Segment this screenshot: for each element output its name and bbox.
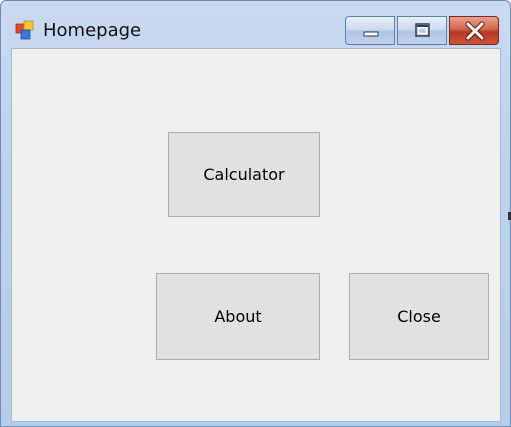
about-button[interactable]: About: [156, 273, 320, 360]
form-client-area: Calculator About Close: [11, 48, 501, 422]
close-icon: [465, 21, 485, 41]
main-window: Homepage Calculator About Close: [0, 0, 511, 427]
window-close-button[interactable]: [449, 16, 499, 45]
minimize-button[interactable]: [345, 16, 395, 45]
maximize-button[interactable]: [397, 16, 447, 45]
calculator-button[interactable]: Calculator: [168, 132, 320, 217]
window-title: Homepage: [43, 20, 142, 41]
close-button[interactable]: Close: [349, 273, 489, 360]
app-windows-icon: [15, 20, 37, 40]
maximize-icon: [415, 23, 430, 37]
title-bar[interactable]: Homepage: [1, 1, 510, 47]
minimize-icon: [363, 31, 379, 37]
